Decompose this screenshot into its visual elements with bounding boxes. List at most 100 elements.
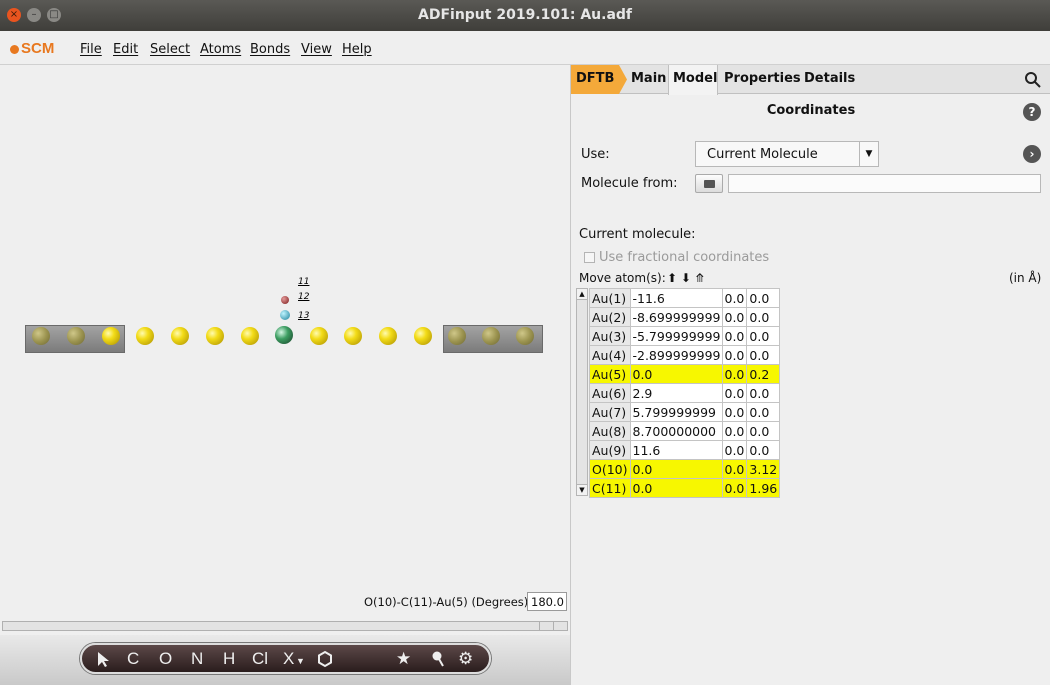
x-coordinate-cell[interactable]: 5.799999999 [629, 402, 723, 422]
x-coordinate-cell[interactable]: -8.699999999 [629, 307, 723, 327]
atom-au-selected[interactable] [275, 326, 293, 344]
ring-tool-icon[interactable] [316, 650, 334, 668]
z-coordinate-cell[interactable]: 0.2 [746, 364, 781, 384]
hydrogen-tool[interactable]: H [223, 649, 235, 669]
table-scrollbar[interactable]: ▲ ▼ [576, 288, 588, 496]
menu-bonds[interactable]: Bonds [250, 42, 290, 57]
atom-au[interactable] [136, 327, 154, 345]
x-coordinate-cell[interactable]: 8.700000000 [629, 421, 723, 441]
x-coordinate-cell[interactable]: -5.799999999 [629, 326, 723, 346]
table-row[interactable]: Au(5) 0.0 0.0 0.2 [589, 364, 781, 384]
menu-help[interactable]: Help [342, 42, 372, 57]
use-select[interactable]: Current Molecule ▼ [695, 141, 879, 167]
atom-name-cell[interactable]: O(10) [589, 459, 631, 479]
menu-edit[interactable]: Edit [113, 42, 138, 57]
x-coordinate-cell[interactable]: 11.6 [629, 440, 723, 460]
scroll-left-button[interactable] [539, 622, 553, 630]
atom-name-cell[interactable]: Au(6) [589, 383, 631, 403]
z-coordinate-cell[interactable]: 3.12 [746, 459, 781, 479]
settings-gear-icon[interactable]: ⚙ [458, 649, 473, 669]
atom-au[interactable] [102, 327, 120, 345]
tab-details[interactable]: Details [804, 71, 855, 86]
chlorine-tool[interactable]: Cl [252, 649, 268, 669]
pointer-tool-icon[interactable] [96, 651, 112, 668]
menu-file[interactable]: File [80, 42, 102, 57]
menu-view[interactable]: View [301, 42, 332, 57]
browse-folder-button[interactable] [695, 174, 723, 193]
tab-properties[interactable]: Properties [724, 71, 801, 86]
x-coordinate-cell[interactable]: -2.899999999 [629, 345, 723, 365]
atom-name-cell[interactable]: Au(3) [589, 326, 631, 346]
x-coordinate-cell[interactable]: 0.0 [629, 478, 723, 498]
viewer-scrollbar[interactable] [2, 621, 568, 631]
x-coordinate-cell[interactable]: 2.9 [629, 383, 723, 403]
y-coordinate-cell[interactable]: 0.0 [721, 459, 748, 479]
atom-au[interactable] [171, 327, 189, 345]
element-x-tool[interactable]: X [283, 649, 294, 669]
table-row[interactable]: Au(9) 11.6 0.0 0.0 [589, 440, 781, 460]
atom-name-cell[interactable]: Au(5) [589, 364, 631, 384]
go-forward-icon[interactable]: › [1023, 145, 1041, 163]
atom-name-cell[interactable]: Au(8) [589, 421, 631, 441]
y-coordinate-cell[interactable]: 0.0 [721, 440, 748, 460]
y-coordinate-cell[interactable]: 0.0 [721, 326, 748, 346]
z-coordinate-cell[interactable]: 0.0 [746, 402, 781, 422]
y-coordinate-cell[interactable]: 0.0 [721, 307, 748, 327]
angle-value-input[interactable]: 180.0 [527, 592, 567, 611]
carbon-tool[interactable]: C [127, 649, 139, 669]
x-coordinate-cell[interactable]: -11.6 [629, 288, 723, 308]
table-row[interactable]: Au(1) -11.6 0.0 0.0 [589, 288, 781, 308]
help-icon[interactable]: ? [1023, 103, 1041, 121]
z-coordinate-cell[interactable]: 0.0 [746, 345, 781, 365]
atom-name-cell[interactable]: Au(2) [589, 307, 631, 327]
atom-au[interactable] [344, 327, 362, 345]
table-row[interactable]: O(10) 0.0 0.0 3.12 [589, 459, 781, 479]
scroll-up-icon[interactable]: ▲ [577, 289, 587, 300]
y-coordinate-cell[interactable]: 0.0 [721, 383, 748, 403]
x-coordinate-cell[interactable]: 0.0 [629, 459, 723, 479]
table-row[interactable]: Au(4) -2.899999999 0.0 0.0 [589, 345, 781, 365]
chevron-down-icon[interactable]: ▼ [859, 142, 878, 166]
menu-atoms[interactable]: Atoms [200, 42, 241, 57]
table-row[interactable]: Au(2) -8.699999999 0.0 0.0 [589, 307, 781, 327]
z-coordinate-cell[interactable]: 0.0 [746, 307, 781, 327]
atom-name-cell[interactable]: Au(7) [589, 402, 631, 422]
atom-name-cell[interactable]: Au(4) [589, 345, 631, 365]
atom-name-cell[interactable]: C(11) [589, 478, 631, 498]
atom-name-cell[interactable]: Au(1) [589, 288, 631, 308]
z-coordinate-cell[interactable]: 0.0 [746, 326, 781, 346]
atom-au[interactable] [206, 327, 224, 345]
menu-select[interactable]: Select [150, 42, 190, 57]
y-coordinate-cell[interactable]: 0.0 [721, 364, 748, 384]
y-coordinate-cell[interactable]: 0.0 [721, 288, 748, 308]
z-coordinate-cell[interactable]: 0.0 [746, 288, 781, 308]
table-row[interactable]: Au(8) 8.700000000 0.0 0.0 [589, 421, 781, 441]
z-coordinate-cell[interactable]: 0.0 [746, 383, 781, 403]
x-coordinate-cell[interactable]: 0.0 [629, 364, 723, 384]
molecule-viewer[interactable]: 11 12 13 O(10)-C(11)-Au(5) (Degrees): 18… [0, 65, 570, 635]
y-coordinate-cell[interactable]: 0.0 [721, 478, 748, 498]
y-coordinate-cell[interactable]: 0.0 [721, 345, 748, 365]
scroll-down-icon[interactable]: ▼ [577, 484, 587, 495]
search-icon[interactable] [1024, 71, 1042, 89]
atom-carbon[interactable] [280, 310, 290, 320]
table-row[interactable]: Au(7) 5.799999999 0.0 0.0 [589, 402, 781, 422]
atom-au[interactable] [414, 327, 432, 345]
atom-au[interactable] [241, 327, 259, 345]
atom-au[interactable] [310, 327, 328, 345]
z-coordinate-cell[interactable]: 0.0 [746, 440, 781, 460]
fractional-coordinates-checkbox[interactable] [584, 252, 595, 263]
element-dropdown-icon[interactable]: ▼ [296, 656, 305, 666]
table-row[interactable]: Au(3) -5.799999999 0.0 0.0 [589, 326, 781, 346]
atom-oxygen[interactable] [281, 296, 289, 304]
z-coordinate-cell[interactable]: 0.0 [746, 421, 781, 441]
atom-au[interactable] [379, 327, 397, 345]
tab-model[interactable]: Model [673, 71, 717, 86]
scroll-right-button[interactable] [553, 622, 567, 630]
table-row[interactable]: C(11) 0.0 0.0 1.96 [589, 478, 781, 498]
pin-tool-icon[interactable] [430, 650, 446, 668]
y-coordinate-cell[interactable]: 0.0 [721, 402, 748, 422]
molecule-file-input[interactable] [728, 174, 1041, 193]
table-row[interactable]: Au(6) 2.9 0.0 0.0 [589, 383, 781, 403]
move-atom-arrows[interactable]: ⬆ ⬇ ⤊ [667, 271, 705, 285]
